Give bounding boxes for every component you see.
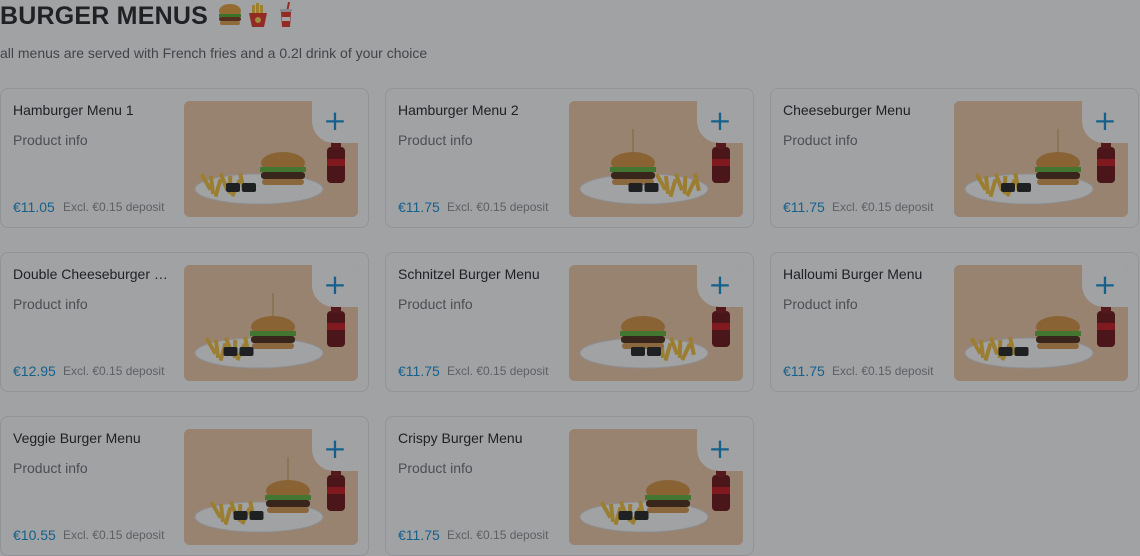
modal-backdrop[interactable]	[0, 0, 1140, 556]
